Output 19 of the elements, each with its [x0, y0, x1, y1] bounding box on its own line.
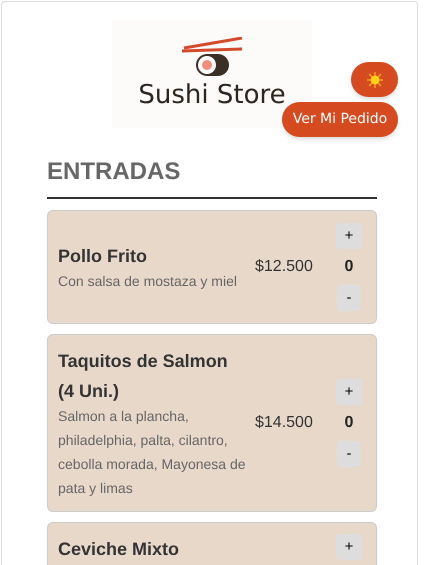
increase-button[interactable]: +	[336, 223, 362, 249]
theme-toggle-button[interactable]	[351, 62, 398, 97]
item-quantity: 0	[344, 258, 354, 276]
increase-button[interactable]: +	[336, 379, 362, 405]
sushi-icon	[180, 37, 244, 79]
item-name: Ceviche Mixto	[58, 538, 180, 561]
item-price: $14.500	[255, 414, 313, 431]
decrease-button[interactable]: -	[337, 441, 361, 467]
order-button[interactable]: Ver Mi Pedido	[282, 102, 398, 137]
item-name: Taquitos de Salmon (4 Uni.)	[58, 350, 229, 403]
decrease-button[interactable]: -	[337, 285, 361, 311]
increase-button[interactable]: +	[336, 534, 362, 560]
item-price: $12.500	[255, 258, 313, 275]
item-description: Salmon a la plancha, philadelphia, palta, cilantro, cebolla morada, Mayonesa de pata y limas	[58, 407, 247, 498]
item-description: Con salsa de mostaza y miel	[58, 272, 238, 291]
section-heading: ENTRADAS	[47, 158, 182, 186]
item-quantity: 0	[344, 414, 354, 432]
item-name: Pollo Frito	[58, 245, 148, 268]
sun-icon	[366, 72, 382, 88]
